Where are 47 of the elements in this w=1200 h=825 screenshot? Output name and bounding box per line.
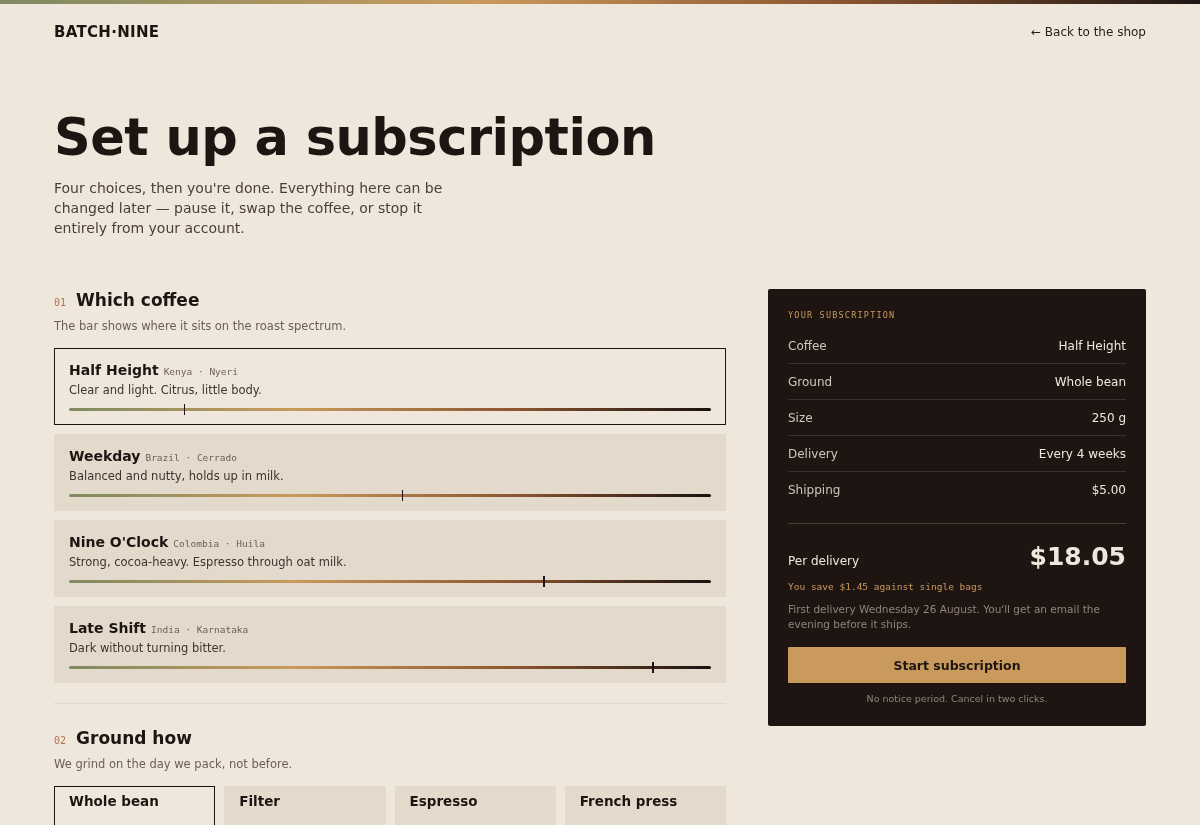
summary-value: Half Height [1058, 339, 1126, 353]
cancel-note: No notice period. Cancel in two clicks. [865, 693, 1049, 704]
grind-option[interactable]: French press [564, 786, 726, 825]
coffee-origin: Brazil · Cerrado [145, 452, 237, 463]
total-label: Per delivery [788, 552, 860, 568]
summary-label: Coffee [788, 339, 827, 353]
coffee-origin: Colombia · Huila [173, 538, 265, 549]
savings-note: You save $1.45 against single bags [788, 581, 984, 592]
coffee-option[interactable]: Weekday Brazil · Cerrado Balanced and nutty, holds up in milk. [54, 434, 726, 511]
coffee-description: Balanced and nutty, holds up in milk. [69, 469, 285, 483]
summary-value: Whole bean [1054, 375, 1126, 389]
delivery-note: First delivery Wednesday 26 August. You'll get an email the evening before it ships. [788, 602, 1101, 632]
summary-label: Shipping [788, 483, 841, 497]
coffee-origin: India · Karnataka [151, 624, 249, 635]
back-link[interactable]: ← Back to the shop [1031, 25, 1146, 39]
section-heading: Ground how [76, 728, 192, 748]
page-title: Set up a subscription [54, 108, 657, 168]
coffee-option[interactable]: Late Shift India · Karnataka Dark without turning bitter. [54, 606, 726, 683]
coffee-description: Dark without turning bitter. [69, 641, 227, 655]
summary-value: 250 g [1091, 411, 1126, 425]
coffee-name: Weekday [69, 448, 141, 464]
coffee-name: Late Shift [69, 620, 147, 636]
section-note: The bar shows where it sits on the roast spectrum. [54, 319, 348, 333]
coffee-description: Strong, cocoa-heavy. Espresso through oat milk. [69, 555, 348, 569]
step-number: 02 [54, 735, 67, 746]
grind-option[interactable]: Espresso [394, 786, 556, 825]
summary-value: $5.00 [1091, 483, 1126, 497]
coffee-origin: Kenya · Nyeri [163, 366, 238, 377]
grind-option[interactable]: Filter [224, 786, 386, 825]
brand-logo[interactable]: BATCH·NINE [54, 23, 160, 41]
summary-label: Ground [788, 375, 833, 389]
section-heading: Which coffee [76, 290, 200, 310]
coffee-name: Half Height [69, 362, 159, 378]
section-note: We grind on the day we pack, not before. [54, 757, 294, 771]
step-number: 01 [54, 297, 67, 308]
intro-text: Four choices, then you're done. Everything here can be changed later — pause it, swap the coffee, or stop it entirely from your account. [54, 179, 444, 238]
total-price: $18.05 [1029, 542, 1126, 571]
summary-label: Size [788, 411, 813, 425]
summary-heading: YOUR SUBSCRIPTION [788, 310, 897, 320]
grind-option[interactable]: Whole bean [54, 786, 216, 825]
summary-value: Every 4 weeks [1038, 447, 1126, 461]
coffee-option[interactable]: Half Height Kenya · Nyeri Clear and light. Citrus, little body. [54, 348, 726, 425]
coffee-name: Nine O'Clock [69, 534, 169, 550]
start-subscription-button[interactable]: Start subscription [788, 647, 1126, 683]
coffee-description: Clear and light. Citrus, little body. [69, 383, 263, 397]
summary-label: Delivery [788, 447, 838, 461]
coffee-option[interactable]: Nine O'Clock Colombia · Huila Strong, cocoa-heavy. Espresso through oat milk. [54, 520, 726, 597]
